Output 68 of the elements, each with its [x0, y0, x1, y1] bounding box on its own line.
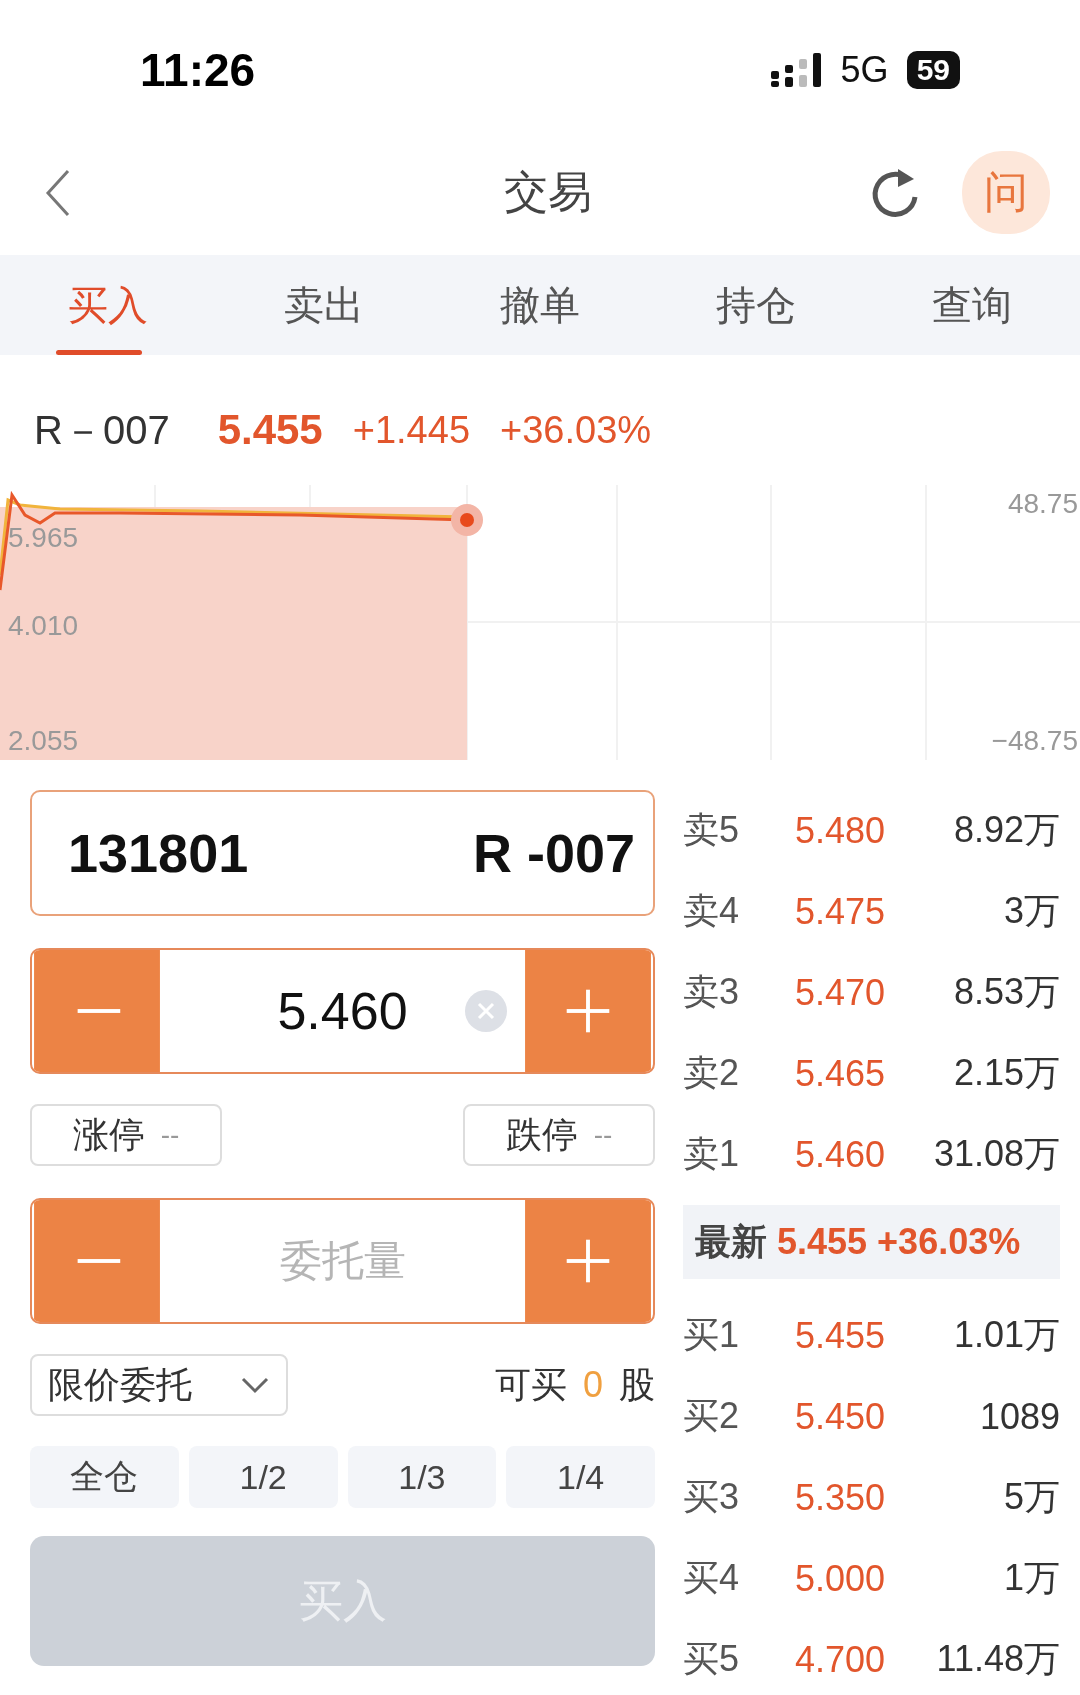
order-book-price: 5.000 — [795, 1557, 887, 1600]
order-book-volume: 3万 — [1002, 889, 1060, 933]
order-book-label: 卖1 — [683, 1132, 741, 1176]
order-book-volume: 1089 — [978, 1395, 1060, 1438]
order-book-price: 5.455 — [795, 1314, 887, 1357]
order-book-label: 买4 — [683, 1556, 741, 1600]
order-book-price: 5.475 — [795, 890, 887, 933]
order-book-label: 买5 — [683, 1637, 741, 1681]
position-button[interactable]: 1/4 — [506, 1446, 655, 1508]
stock-name: R -007 — [472, 822, 635, 884]
tab[interactable]: 持仓 — [648, 255, 864, 355]
current-point — [451, 504, 483, 536]
signal-icon — [770, 53, 823, 87]
available-label: 可买 — [494, 1362, 567, 1407]
order-book-volume: 31.08万 — [932, 1132, 1060, 1176]
order-book-label: 卖4 — [683, 889, 741, 933]
order-book-label: 卖5 — [683, 808, 741, 852]
axis-label: 48.75 — [1007, 488, 1078, 519]
tab[interactable]: 卖出 — [216, 255, 432, 355]
order-type-dropdown[interactable]: 限价委托 — [30, 1354, 288, 1416]
percent-change: +36.03% — [500, 408, 652, 452]
tab[interactable]: 撤单 — [432, 255, 648, 355]
price-change: +1.445 — [352, 408, 471, 452]
order-book-label: 卖3 — [683, 970, 741, 1014]
stock-code: 131801 — [68, 822, 249, 884]
status-time: 11:26 — [140, 43, 256, 97]
axis-label: 2.055 — [8, 725, 79, 756]
order-book-volume: 1.01万 — [952, 1313, 1060, 1357]
latest-percent: +36.03% — [877, 1221, 1021, 1263]
order-book-price: 5.480 — [795, 809, 887, 852]
order-book-volume: 5万 — [1002, 1475, 1060, 1519]
order-book-label: 买2 — [683, 1394, 741, 1438]
order-book-price: 5.460 — [795, 1133, 887, 1176]
order-book-label: 卖2 — [683, 1051, 741, 1095]
axis-label: −48.75 — [991, 725, 1078, 756]
order-book-price: 5.450 — [795, 1395, 887, 1438]
latest-label: 最新 — [695, 1219, 767, 1264]
order-book-volume: 8.53万 — [952, 970, 1060, 1014]
latest-price: 5.455 — [777, 1221, 868, 1263]
position-button[interactable]: 全仓 — [30, 1446, 179, 1508]
battery-indicator: 59 — [906, 51, 960, 89]
unit-label: 股 — [619, 1362, 655, 1407]
axis-label: 4.010 — [8, 610, 79, 641]
tab[interactable]: 买入 — [0, 255, 216, 355]
order-book-label: 买3 — [683, 1475, 741, 1519]
network-label: 5G — [840, 49, 889, 91]
security-name: R－007 — [34, 406, 170, 454]
position-button[interactable]: 1/2 — [188, 1446, 338, 1508]
limit-price-button[interactable]: 涨停 -- — [30, 1104, 222, 1166]
limit-price-button[interactable]: 跌停 -- — [463, 1104, 655, 1166]
order-book-label: 买1 — [683, 1313, 741, 1357]
tab[interactable]: 查询 — [864, 255, 1080, 355]
position-button[interactable]: 1/3 — [347, 1446, 497, 1508]
order-book-price: 5.470 — [795, 971, 887, 1014]
order-book-price: 5.465 — [795, 1052, 887, 1095]
order-book-price: 5.350 — [795, 1476, 887, 1519]
last-price: 5.455 — [217, 406, 323, 454]
axis-label: 5.965 — [8, 522, 79, 553]
order-book-volume: 1万 — [1002, 1556, 1060, 1600]
available-quantity: 0 — [582, 1364, 603, 1406]
stock-code-field[interactable]: 131801 R -007 — [30, 790, 655, 916]
order-book-volume: 8.92万 — [952, 808, 1060, 852]
back-icon[interactable] — [45, 168, 71, 217]
page-title: 交易 — [503, 166, 592, 218]
order-book-volume: 11.48万 — [935, 1637, 1060, 1681]
order-book-price: 4.700 — [795, 1638, 887, 1681]
caret-icon — [240, 1375, 270, 1395]
order-book-volume: 2.15万 — [952, 1051, 1060, 1095]
